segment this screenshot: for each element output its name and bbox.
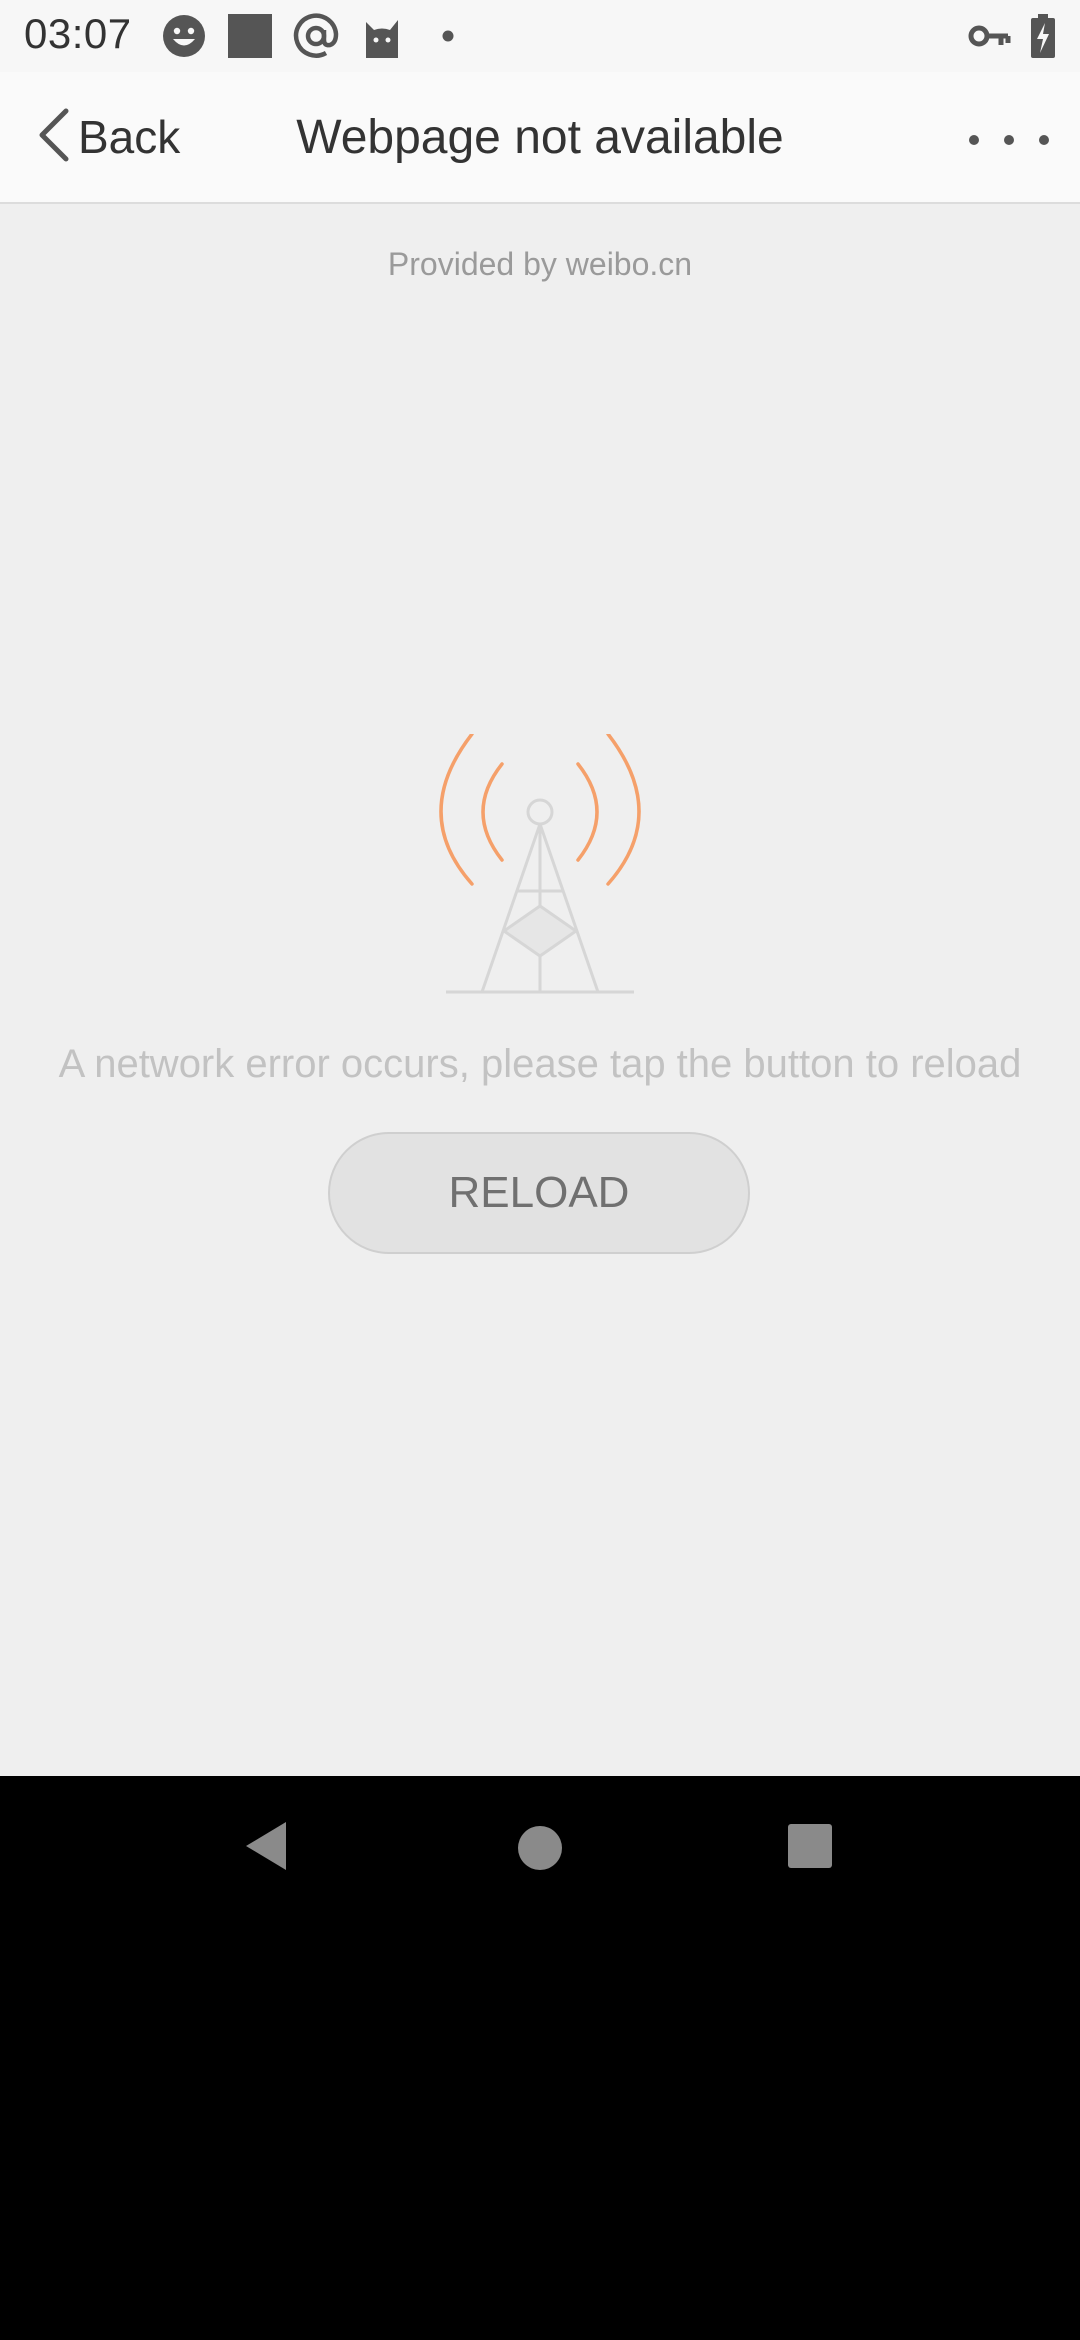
- network-error-message: A network error occurs, please tap the b…: [58, 1042, 1022, 1086]
- vpn-key-icon: [968, 20, 1012, 57]
- status-bar: 03:07: [0, 0, 1080, 72]
- battery-charging-icon: [1030, 14, 1056, 63]
- app-bar: Back Webpage not available: [0, 72, 1080, 204]
- smiley-icon: [160, 12, 208, 65]
- cat-icon: [360, 12, 404, 65]
- back-triangle-icon[interactable]: [242, 1818, 290, 1879]
- status-time: 03:07: [24, 10, 132, 57]
- page-title: Webpage not available: [296, 111, 784, 164]
- more-options-button[interactable]: [964, 120, 1054, 160]
- reload-button[interactable]: RELOAD: [328, 1132, 750, 1254]
- signal-tower-icon: [430, 732, 650, 996]
- dot-icon: [440, 28, 456, 49]
- more-horizontal-icon: [964, 135, 1054, 164]
- webview-content: Provided by weibo.cn A network error occ…: [0, 204, 1080, 1776]
- provided-by-label: Provided by weibo.cn: [387, 246, 693, 282]
- at-sign-icon: [292, 12, 340, 65]
- home-circle-icon[interactable]: [516, 1824, 564, 1877]
- chevron-left-icon: [34, 105, 74, 170]
- system-nav-bar: [0, 1776, 1080, 1920]
- recents-square-icon[interactable]: [786, 1822, 834, 1875]
- square-app-icon: [226, 12, 274, 65]
- back-button[interactable]: Back: [34, 102, 180, 172]
